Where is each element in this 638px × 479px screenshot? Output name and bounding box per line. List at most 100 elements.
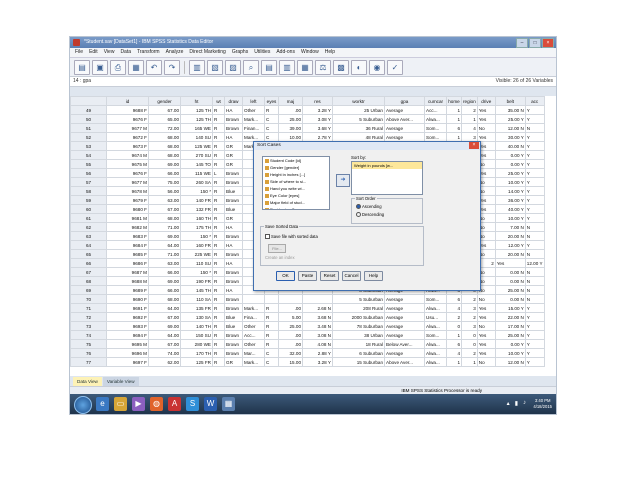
table-cell[interactable]: Average xyxy=(384,312,425,322)
column-header-cumcar[interactable]: cumcar xyxy=(424,96,447,106)
table-cell[interactable]: R xyxy=(212,195,225,205)
insert-cases-icon[interactable]: ▤ xyxy=(261,59,277,75)
table-cell[interactable]: 22.00 N xyxy=(494,312,526,322)
table-cell[interactable]: 9673 F xyxy=(106,141,149,151)
table-cell[interactable]: 15.00 Y xyxy=(494,303,526,313)
row-number[interactable]: 50 xyxy=(70,114,107,124)
table-cell[interactable]: 2.68 N xyxy=(302,303,333,313)
table-cell[interactable]: Other xyxy=(242,321,265,331)
table-cell[interactable]: R xyxy=(264,303,279,313)
table-cell[interactable]: Brown xyxy=(224,168,243,178)
row-number[interactable]: 67 xyxy=(70,267,107,277)
table-row[interactable]: 74 9694 F 64.00 150 SU R Brown Acc... R .00 3.08 … xyxy=(70,330,545,340)
table-cell[interactable]: 72.00 xyxy=(148,123,181,133)
column-header-region[interactable]: region xyxy=(461,96,478,106)
table-cell[interactable]: 25.00 N xyxy=(494,330,526,340)
goto-case-icon[interactable]: ▥ xyxy=(189,59,205,75)
table-cell[interactable]: 71.00 xyxy=(148,249,181,259)
row-number[interactable]: 58 xyxy=(70,186,107,196)
table-cell[interactable]: 9696 M xyxy=(106,348,149,358)
table-cell[interactable]: 4 xyxy=(446,348,462,358)
table-cell[interactable]: 0 xyxy=(446,321,462,331)
table-cell[interactable]: 64.00 xyxy=(148,240,181,250)
row-number[interactable]: 68 xyxy=(70,276,107,286)
table-cell[interactable]: 140 FR xyxy=(180,195,213,205)
table-cell[interactable]: 25 Urban xyxy=(332,105,385,115)
column-header-belt[interactable]: belt xyxy=(494,96,526,106)
table-cell[interactable]: 0 xyxy=(461,339,478,349)
table-cell[interactable]: Alwa... xyxy=(424,114,447,124)
table-cell[interactable]: R xyxy=(212,213,225,223)
table-cell[interactable]: R xyxy=(264,339,279,349)
table-cell[interactable]: R xyxy=(264,330,279,340)
table-cell[interactable]: R xyxy=(212,141,225,151)
table-cell[interactable]: 67.00 xyxy=(148,339,181,349)
column-header-eyes[interactable]: eyes xyxy=(264,96,279,106)
table-cell[interactable]: 140 SU xyxy=(180,132,213,142)
media-player-icon[interactable]: ▶ xyxy=(132,397,145,411)
create-index-checkbox[interactable]: Create an index xyxy=(265,255,295,260)
open-icon[interactable]: ▤ xyxy=(74,59,90,75)
close-button[interactable]: × xyxy=(542,38,554,48)
table-cell[interactable]: 2000 Suburban xyxy=(332,312,385,322)
table-cell[interactable]: 25.00 Y xyxy=(494,114,526,124)
spelling-icon[interactable]: ✓ xyxy=(387,59,403,75)
table-cell[interactable]: No xyxy=(476,294,496,304)
volume-icon[interactable]: ♪ xyxy=(523,400,526,407)
table-cell[interactable]: 280 WE xyxy=(180,339,213,349)
table-cell[interactable]: Above Aver... xyxy=(384,357,425,367)
table-cell[interactable]: Brown xyxy=(224,294,243,304)
table-cell[interactable]: Yes xyxy=(476,312,496,322)
table-cell[interactable]: 0.00 Y xyxy=(494,339,526,349)
table-cell[interactable]: 3.28 Y xyxy=(302,105,333,115)
table-cell[interactable]: 125 FR xyxy=(180,357,213,367)
table-cell[interactable]: Yes xyxy=(476,330,496,340)
table-cell[interactable]: R xyxy=(212,294,225,304)
variable-list-item[interactable]: Major field of stud... xyxy=(263,199,329,206)
table-cell[interactable]: 68.00 xyxy=(148,132,181,142)
table-cell[interactable]: 3.68 N xyxy=(302,312,333,322)
row-number[interactable]: 72 xyxy=(70,312,107,322)
table-cell[interactable]: Y xyxy=(524,357,545,367)
row-number[interactable]: 76 xyxy=(70,348,107,358)
row-number[interactable]: 49 xyxy=(70,105,107,115)
save-file-checkbox[interactable]: Save file with sorted data xyxy=(265,234,318,240)
internet-explorer-icon[interactable]: e xyxy=(96,397,109,411)
use-sets-icon[interactable]: ◉ xyxy=(369,59,385,75)
table-cell[interactable]: HA xyxy=(224,258,243,268)
table-cell[interactable] xyxy=(242,294,265,304)
table-cell[interactable]: 56.00 xyxy=(148,186,181,196)
table-cell[interactable]: 9695 M xyxy=(106,339,149,349)
ok-button[interactable]: OK xyxy=(276,271,295,281)
table-cell[interactable]: Y xyxy=(524,186,545,196)
table-cell[interactable]: 150 * xyxy=(180,267,213,277)
table-cell[interactable]: R xyxy=(212,303,225,313)
column-header-worktr[interactable]: worktr xyxy=(332,96,385,106)
row-number[interactable]: 71 xyxy=(70,303,107,313)
table-cell[interactable]: 25.00 Y xyxy=(494,168,526,178)
table-cell[interactable]: Y xyxy=(524,195,545,205)
row-number[interactable]: 56 xyxy=(70,168,107,178)
column-header-draw[interactable]: draw xyxy=(224,96,243,106)
tab-data-view[interactable]: Data View xyxy=(73,377,102,386)
table-cell[interactable]: 68.00 xyxy=(148,141,181,151)
table-cell[interactable]: 40.00 N xyxy=(494,141,526,151)
table-cell[interactable] xyxy=(278,294,303,304)
table-cell[interactable]: 3 xyxy=(461,303,478,313)
word-icon[interactable]: W xyxy=(204,397,217,411)
table-cell[interactable]: 115 WE xyxy=(180,168,213,178)
table-cell[interactable]: 63.00 xyxy=(148,258,181,268)
ascending-radio[interactable]: Ascending xyxy=(356,204,382,210)
variables-icon[interactable]: ▨ xyxy=(225,59,241,75)
table-cell[interactable]: 3.68 Y xyxy=(302,123,333,133)
table-cell[interactable]: R xyxy=(212,222,225,232)
table-cell[interactable]: 67.00 xyxy=(148,312,181,322)
table-row[interactable]: 71 9691 F 64.00 135 FR R Brown Mark... R .00 2.68… xyxy=(70,303,545,313)
table-cell[interactable]: Alwa... xyxy=(424,339,447,349)
table-cell[interactable]: 15 Suburban xyxy=(332,357,385,367)
table-cell[interactable]: 0.00 Y xyxy=(494,150,526,160)
table-cell[interactable]: N xyxy=(524,249,545,259)
column-header-wt[interactable]: wt xyxy=(212,96,225,106)
table-cell[interactable]: C xyxy=(264,357,279,367)
table-cell[interactable]: 10.00 Y xyxy=(494,177,526,187)
